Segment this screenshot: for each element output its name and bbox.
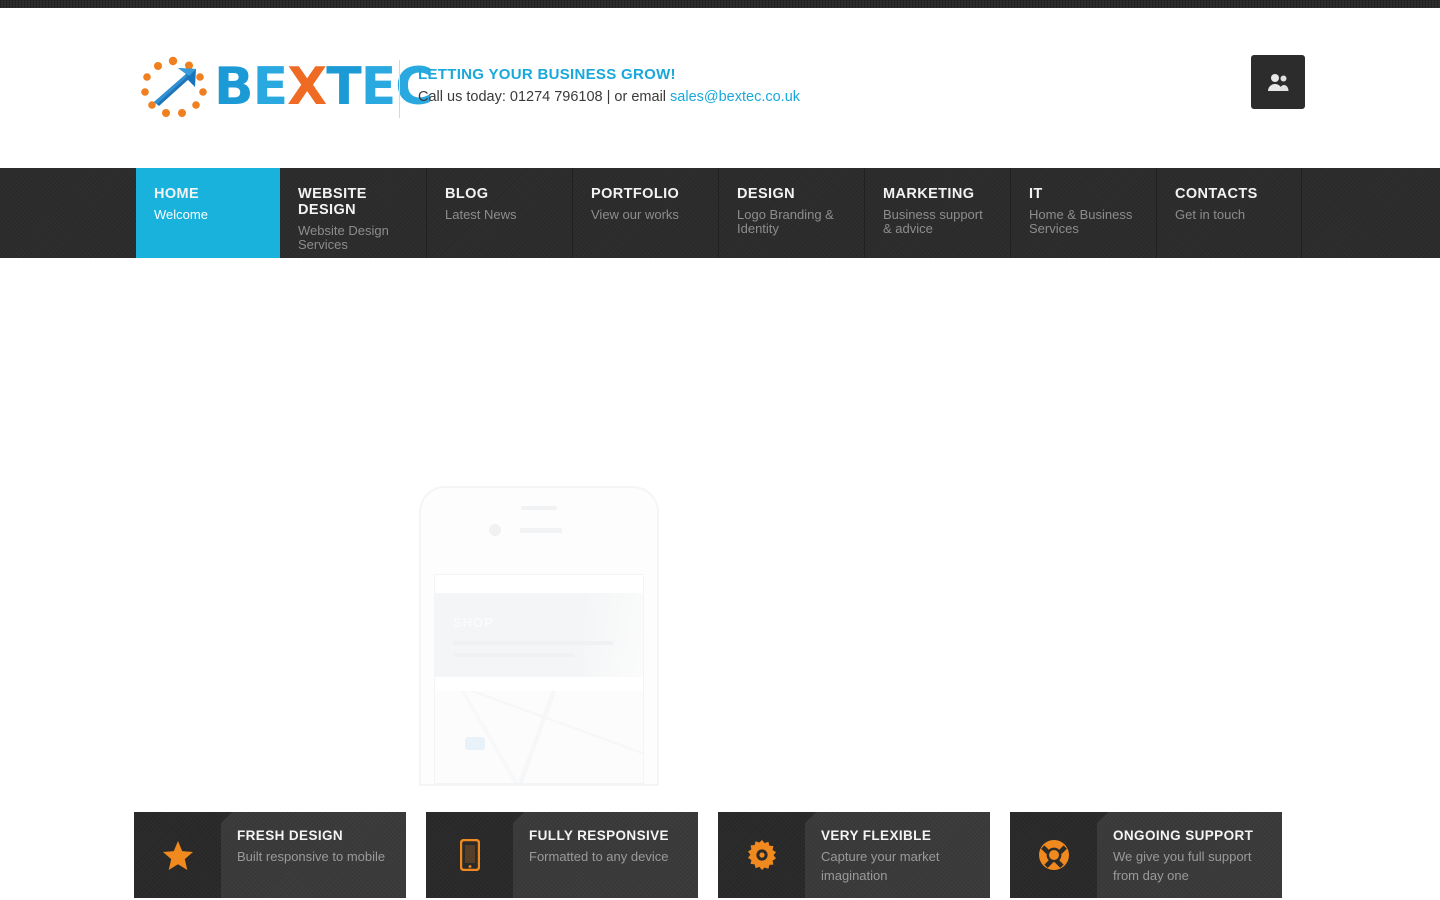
feature-description: We give you full support from day one bbox=[1113, 849, 1252, 883]
brand-letter-e: E bbox=[252, 57, 289, 117]
nav-item-portfolio-sub: View our works bbox=[591, 207, 679, 222]
feature-description: Capture your market imagination bbox=[821, 849, 940, 883]
nav-item-it-sub: Home & Business Services bbox=[1029, 207, 1133, 236]
phone-map-area bbox=[435, 691, 643, 783]
user-account-button[interactable] bbox=[1251, 55, 1305, 109]
contact-email-link[interactable]: sales@bextec.co.uk bbox=[670, 89, 800, 105]
nav-item-contacts-sub: Get in touch bbox=[1175, 207, 1246, 222]
feature-boxes: FRESH DESIGN Built responsive to mobile … bbox=[134, 812, 1306, 898]
top-accent-strip bbox=[0, 0, 1440, 8]
nav-item-marketing-title: MARKETING bbox=[883, 186, 975, 202]
contact-phone-text: Call us today: 01274 796108 | or email bbox=[418, 89, 671, 105]
nav-item-marketing-sub: Business support & advice bbox=[883, 207, 983, 236]
phone-screen: SHOP bbox=[434, 574, 644, 784]
nav-item-contacts-title: CONTACTS bbox=[1175, 186, 1258, 202]
gear-icon bbox=[747, 840, 776, 870]
phone-hero-banner: SHOP bbox=[435, 593, 643, 677]
feature-notch bbox=[513, 812, 524, 823]
nav-item-portfolio[interactable]: PORTFOLIO View our works bbox=[573, 168, 719, 258]
brand-letter-e2: E bbox=[360, 57, 397, 117]
phone-speaker bbox=[521, 506, 557, 510]
phone-header-bar bbox=[520, 528, 562, 533]
phone-text-line-1 bbox=[453, 641, 613, 645]
nav-item-blog-sub: Latest News bbox=[445, 207, 517, 222]
tagline-text: LETTING YOUR BUSINESS GROW! bbox=[418, 66, 676, 83]
feature-box-fresh-design[interactable]: FRESH DESIGN Built responsive to mobile bbox=[134, 812, 406, 898]
brand-letter-t: T bbox=[326, 57, 361, 117]
nav-item-portfolio-title: PORTFOLIO bbox=[591, 186, 680, 202]
nav-item-contacts[interactable]: CONTACTS Get in touch bbox=[1157, 168, 1302, 258]
nav-item-design-title: DESIGN bbox=[737, 186, 795, 202]
nav-item-home-title: HOME bbox=[154, 186, 200, 202]
contact-line: Call us today: 01274 796108 | or email s… bbox=[418, 87, 800, 107]
bextec-logo-mark bbox=[134, 56, 212, 118]
main-navigation: HOME Welcome WEBSITE DESIGN Website Desi… bbox=[0, 168, 1440, 258]
feature-icon-panel bbox=[426, 812, 513, 898]
phone-map-marker bbox=[465, 737, 485, 750]
phone-mockup-image: SHOP bbox=[419, 486, 659, 786]
nav-item-it-title: IT bbox=[1029, 186, 1043, 202]
logo-arrow-circle-icon bbox=[141, 56, 207, 117]
star-icon bbox=[162, 840, 193, 870]
nav-item-blog[interactable]: BLOG Latest News bbox=[427, 168, 573, 258]
brand-letter-x: X bbox=[287, 57, 327, 117]
nav-item-design[interactable]: DESIGN Logo Branding & Identity bbox=[719, 168, 865, 258]
header-divider bbox=[399, 60, 400, 118]
feature-description: Formatted to any device bbox=[529, 849, 669, 864]
feature-icon-panel bbox=[134, 812, 221, 898]
feature-box-ongoing-support[interactable]: ONGOING SUPPORT We give you full support… bbox=[1010, 812, 1282, 898]
feature-title: FRESH DESIGN bbox=[237, 828, 344, 843]
nav-item-website-design[interactable]: WEBSITE DESIGN Website Design Services bbox=[280, 168, 427, 258]
feature-box-very-flexible[interactable]: VERY FLEXIBLE Capture your market imagin… bbox=[718, 812, 990, 898]
hero-section: SHOP bbox=[0, 258, 1440, 808]
site-logo[interactable]: BEXTEC bbox=[134, 56, 433, 118]
phone-text-line-2 bbox=[453, 653, 573, 657]
feature-box-fully-responsive[interactable]: FULLY RESPONSIVE Formatted to any device bbox=[426, 812, 698, 898]
nav-item-design-sub: Logo Branding & Identity bbox=[737, 207, 834, 236]
feature-title: ONGOING SUPPORT bbox=[1113, 828, 1254, 843]
feature-notch bbox=[1097, 812, 1108, 823]
nav-item-website-design-title: WEBSITE DESIGN bbox=[298, 186, 367, 218]
mobile-phone-icon bbox=[459, 839, 480, 871]
feature-text-panel: VERY FLEXIBLE Capture your market imagin… bbox=[805, 812, 990, 898]
nav-item-it[interactable]: IT Home & Business Services bbox=[1011, 168, 1157, 258]
feature-text-panel: FRESH DESIGN Built responsive to mobile bbox=[221, 812, 406, 898]
feature-text-panel: FULLY RESPONSIVE Formatted to any device bbox=[513, 812, 698, 898]
nav-item-blog-title: BLOG bbox=[445, 186, 489, 202]
feature-icon-panel bbox=[1010, 812, 1097, 898]
users-icon bbox=[1268, 74, 1289, 91]
nav-item-home[interactable]: HOME Welcome bbox=[136, 168, 280, 258]
phone-shop-label: SHOP bbox=[453, 615, 494, 630]
lifebuoy-icon bbox=[1038, 840, 1069, 870]
feature-notch bbox=[221, 812, 232, 823]
header-tagline-block: LETTING YOUR BUSINESS GROW! Call us toda… bbox=[418, 65, 800, 107]
nav-item-home-sub: Welcome bbox=[154, 207, 208, 222]
phone-camera-dot bbox=[489, 524, 501, 536]
feature-text-panel: ONGOING SUPPORT We give you full support… bbox=[1097, 812, 1282, 898]
nav-item-marketing[interactable]: MARKETING Business support & advice bbox=[865, 168, 1011, 258]
feature-icon-panel bbox=[718, 812, 805, 898]
site-header: BEXTEC LETTING YOUR BUSINESS GROW! Call … bbox=[0, 8, 1440, 168]
phone-hero-shine bbox=[583, 593, 643, 677]
feature-description: Built responsive to mobile bbox=[237, 849, 386, 864]
brand-letter-b: B bbox=[214, 57, 254, 117]
feature-title: FULLY RESPONSIVE bbox=[529, 828, 669, 843]
feature-title: VERY FLEXIBLE bbox=[821, 828, 932, 843]
feature-notch bbox=[805, 812, 816, 823]
nav-items-container: HOME Welcome WEBSITE DESIGN Website Desi… bbox=[136, 168, 1302, 258]
nav-item-website-design-sub: Website Design Services bbox=[298, 223, 389, 252]
